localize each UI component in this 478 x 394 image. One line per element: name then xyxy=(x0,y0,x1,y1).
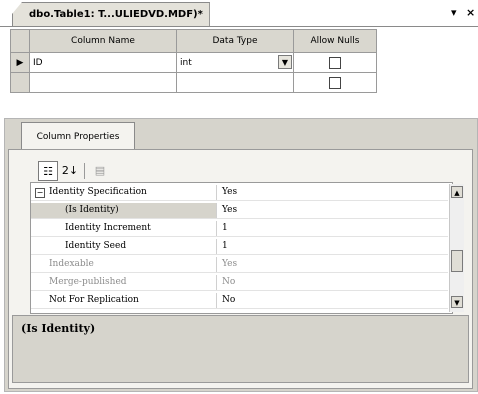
property-value[interactable]: Yes xyxy=(222,185,237,200)
column-name-cell[interactable] xyxy=(29,72,177,93)
allow-nulls-checkbox[interactable] xyxy=(329,76,341,89)
row-selector[interactable] xyxy=(10,72,30,93)
scroll-thumb[interactable] xyxy=(451,250,463,272)
property-grid: − Identity Specification Yes (Is Identit… xyxy=(30,182,453,314)
property-value[interactable]: Yes xyxy=(222,203,237,218)
property-value: Yes xyxy=(222,259,238,269)
grid-header-row: Column Name Data Type Allow Nulls xyxy=(10,29,377,53)
property-row-identity-specification[interactable]: − Identity Specification Yes xyxy=(31,185,448,201)
property-value: No xyxy=(222,277,236,287)
toolbar-separator xyxy=(84,163,85,179)
property-name: Indexable xyxy=(31,257,217,272)
data-type-header[interactable]: Data Type xyxy=(176,29,294,53)
table-row[interactable] xyxy=(10,72,377,93)
column-name-header[interactable]: Column Name xyxy=(29,29,177,53)
property-value[interactable]: 1 xyxy=(222,221,228,236)
data-type-cell[interactable]: int ▼ xyxy=(176,52,294,73)
tab-column-properties[interactable]: Column Properties xyxy=(21,122,135,151)
window-position-dropdown-icon[interactable]: ▾ xyxy=(451,6,457,19)
row-selector-current-icon[interactable]: ▶ xyxy=(10,52,30,73)
allow-nulls-checkbox[interactable] xyxy=(329,56,341,69)
allow-nulls-header[interactable]: Allow Nulls xyxy=(293,29,377,53)
allow-nulls-cell[interactable] xyxy=(293,52,377,73)
categorized-icon[interactable]: ☷ xyxy=(38,161,58,181)
property-row-not-for-replication[interactable]: Not For Replication No xyxy=(31,293,448,309)
properties-toolbar: ☷ 2↓ ▤ xyxy=(14,160,442,182)
table-row[interactable]: ▶ ID int ▼ xyxy=(10,52,377,73)
property-row-indexable[interactable]: Indexable Yes xyxy=(31,257,448,273)
property-row-identity-seed[interactable]: Identity Seed 1 xyxy=(31,239,448,255)
property-name: (Is Identity) xyxy=(31,203,217,218)
alphabetical-sort-icon[interactable]: 2↓ xyxy=(60,161,80,181)
property-grid-scrollbar[interactable]: ▲ ▼ xyxy=(449,184,464,312)
description-title: (Is Identity) xyxy=(21,322,96,335)
property-name: Identity Seed xyxy=(31,239,217,254)
property-description-pane: (Is Identity) xyxy=(12,315,469,383)
property-row-merge-published[interactable]: Merge-published No xyxy=(31,275,448,291)
property-name: Merge-published xyxy=(31,275,217,290)
property-value[interactable]: No xyxy=(222,293,235,308)
property-name: Not For Replication xyxy=(31,293,217,308)
data-type-value: int xyxy=(180,57,192,68)
data-type-dropdown-icon[interactable]: ▼ xyxy=(278,55,292,69)
allow-nulls-cell[interactable] xyxy=(293,72,377,93)
property-value[interactable]: 1 xyxy=(222,239,228,254)
close-icon[interactable]: × xyxy=(466,6,475,19)
property-row-is-identity[interactable]: (Is Identity) Yes xyxy=(31,203,448,219)
columns-grid: Column Name Data Type Allow Nulls ▶ ID i… xyxy=(10,29,377,93)
property-pages-icon[interactable]: ▤ xyxy=(90,161,110,181)
data-type-cell[interactable] xyxy=(176,72,294,93)
grid-corner-cell xyxy=(10,29,30,53)
scroll-up-icon[interactable]: ▲ xyxy=(451,186,463,198)
document-tab-strip: dbo.Table1: T...ULIEDVD.MDF)* ▾ × xyxy=(0,0,478,27)
scroll-down-icon[interactable]: ▼ xyxy=(451,296,463,308)
property-name: Identity Specification xyxy=(31,185,217,200)
property-row-identity-increment[interactable]: Identity Increment 1 xyxy=(31,221,448,237)
property-name: Identity Increment xyxy=(31,221,217,236)
column-name-cell[interactable]: ID xyxy=(29,52,177,73)
document-tab[interactable]: dbo.Table1: T...ULIEDVD.MDF)* xyxy=(12,2,210,26)
